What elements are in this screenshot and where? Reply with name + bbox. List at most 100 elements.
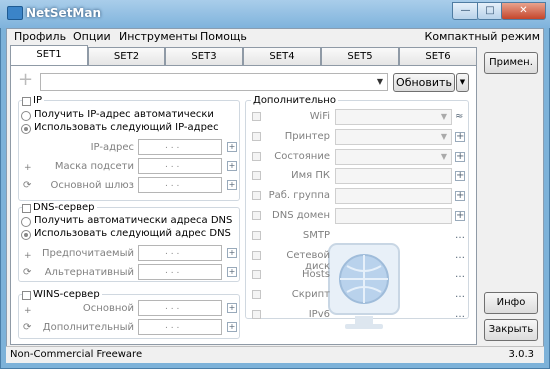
mask-add-icon[interactable]: + [227, 161, 237, 171]
extra-select[interactable]: ▼ [335, 128, 452, 145]
extra-add-icon[interactable]: + [455, 191, 465, 202]
wins-primary-field[interactable]: . . . [138, 300, 222, 316]
chevron-down-icon: ▼ [440, 112, 447, 121]
dns-group-title: DNS-сервер [31, 202, 97, 213]
maximize-button[interactable]: □ [477, 2, 503, 20]
alternate-dns-field[interactable]: . . . [138, 264, 222, 280]
refresh-small-icon[interactable]: ⟳ [23, 180, 31, 191]
extra-checkbox[interactable] [252, 131, 261, 141]
extra-checkbox[interactable] [252, 290, 261, 300]
app-logo-icon [7, 6, 23, 20]
ip-auto-label: Получить IP-адрес автоматически [34, 109, 214, 120]
extra-add-icon[interactable]: + [455, 211, 465, 221]
extra-row-label: IPv6 [308, 309, 330, 320]
more-options-icon[interactable]: … [455, 289, 465, 300]
wins-checkbox[interactable] [22, 291, 31, 300]
subnet-mask-label: Маска подсети [54, 161, 134, 172]
tab-set4[interactable]: SET4 [243, 47, 321, 65]
add-icon[interactable]: + [18, 71, 33, 89]
ip-address-field[interactable]: . . . [138, 139, 222, 155]
wins-primary-add-icon[interactable]: + [227, 303, 237, 313]
ip-auto-radio[interactable] [21, 111, 31, 121]
info-button[interactable]: Инфо [484, 292, 538, 314]
compact-mode-link[interactable]: Компактный режим [425, 30, 540, 43]
wins-plus-small-icon[interactable]: + [24, 306, 32, 316]
wins-refresh-small-icon[interactable]: ⟳ [23, 322, 31, 333]
preferred-dns-add-icon[interactable]: + [227, 248, 237, 258]
chevron-down-icon: ▼ [376, 77, 383, 86]
refresh-dropdown-button[interactable]: ▼ [456, 73, 469, 92]
dns-plus-small-icon[interactable]: + [24, 251, 32, 261]
gateway-field[interactable]: . . . [138, 177, 222, 193]
preferred-dns-label: Предпочитаемый [41, 248, 134, 259]
ip-address-label: IP-адрес [90, 142, 134, 153]
gateway-add-icon[interactable]: + [227, 180, 237, 190]
extra-checkbox[interactable] [252, 310, 261, 319]
close-button[interactable]: Закрыть [484, 319, 538, 341]
network-monitor-icon [328, 243, 400, 329]
ip-manual-label: Использовать следующий IP-адрес [34, 122, 219, 133]
dns-manual-label: Использовать следующий адрес DNS [34, 228, 231, 239]
wins-secondary-add-icon[interactable]: + [227, 322, 237, 332]
extra-add-icon[interactable]: + [455, 151, 465, 162]
close-window-button[interactable]: ✕ [501, 2, 546, 20]
extra-field[interactable] [335, 208, 452, 224]
ip-group-title: IP [31, 95, 44, 106]
extra-checkbox[interactable] [252, 151, 261, 161]
extra-field[interactable] [335, 188, 452, 205]
more-options-icon[interactable]: … [455, 309, 465, 320]
extra-checkbox[interactable] [252, 171, 261, 181]
more-options-icon[interactable]: … [455, 230, 465, 241]
ip-add-icon[interactable]: + [227, 142, 237, 152]
dns-refresh-small-icon[interactable]: ⟳ [23, 267, 31, 278]
more-options-icon[interactable]: … [455, 250, 465, 261]
extra-row-label: Hosts [302, 269, 330, 281]
ip-manual-radio[interactable] [21, 124, 31, 134]
tab-set2[interactable]: SET2 [88, 47, 165, 65]
ip-checkbox[interactable] [22, 97, 31, 106]
version-text: 3.0.3 [508, 349, 534, 360]
apply-button[interactable]: Примен. [484, 52, 538, 74]
menu-options[interactable]: Опции [73, 30, 111, 43]
chevron-down-icon: ▼ [440, 151, 447, 161]
wins-secondary-label: Дополнительный [42, 322, 134, 333]
extra-row-label: Скрипт [291, 289, 330, 301]
plus-small-icon[interactable]: + [24, 163, 32, 173]
extra-field[interactable] [335, 168, 452, 185]
extra-add-icon[interactable]: + [455, 171, 465, 182]
extra-row-label: DNS домен [272, 210, 330, 221]
alternate-dns-add-icon[interactable]: + [227, 267, 237, 277]
adapter-select[interactable]: ▼ [40, 73, 388, 91]
extra-row-label: Имя ПК [291, 170, 330, 182]
preferred-dns-field[interactable]: . . . [138, 245, 222, 261]
menu-tools[interactable]: Инструменты [119, 30, 198, 43]
tab-set6[interactable]: SET6 [399, 47, 477, 65]
extra-checkbox[interactable] [252, 230, 261, 240]
extra-select[interactable]: ▼ [335, 148, 452, 165]
wins-primary-label: Основной [82, 303, 134, 314]
extra-add-icon[interactable]: + [455, 131, 465, 142]
minimize-button[interactable]: — [452, 2, 479, 20]
extra-checkbox[interactable] [252, 191, 261, 201]
menu-help[interactable]: Помощь [200, 30, 247, 43]
subnet-mask-field[interactable]: . . . [138, 158, 222, 174]
dns-manual-radio[interactable] [21, 230, 31, 240]
extra-checkbox[interactable] [252, 250, 261, 260]
tab-set5[interactable]: SET5 [321, 47, 399, 65]
dns-auto-radio[interactable] [21, 217, 31, 227]
wins-secondary-field[interactable]: . . . [138, 319, 222, 335]
tab-set3[interactable]: SET3 [165, 47, 243, 65]
more-options-icon[interactable]: … [455, 269, 465, 280]
wifi-signal-icon[interactable]: ≈ [455, 111, 463, 122]
extra-checkbox[interactable] [252, 211, 261, 220]
extra-checkbox[interactable] [252, 112, 261, 121]
dns-auto-label: Получить автоматически адреса DNS [34, 215, 233, 226]
extra-select[interactable]: ▼ [335, 109, 452, 125]
tab-set1[interactable]: SET1 [10, 45, 88, 65]
refresh-button[interactable]: Обновить [393, 73, 455, 92]
extra-checkbox[interactable] [252, 270, 261, 280]
menu-profile[interactable]: Профиль [14, 30, 66, 43]
extra-group-title: Дополнительно [251, 95, 338, 106]
dns-checkbox[interactable] [22, 204, 31, 213]
wins-group-title: WINS-сервер [31, 289, 102, 300]
